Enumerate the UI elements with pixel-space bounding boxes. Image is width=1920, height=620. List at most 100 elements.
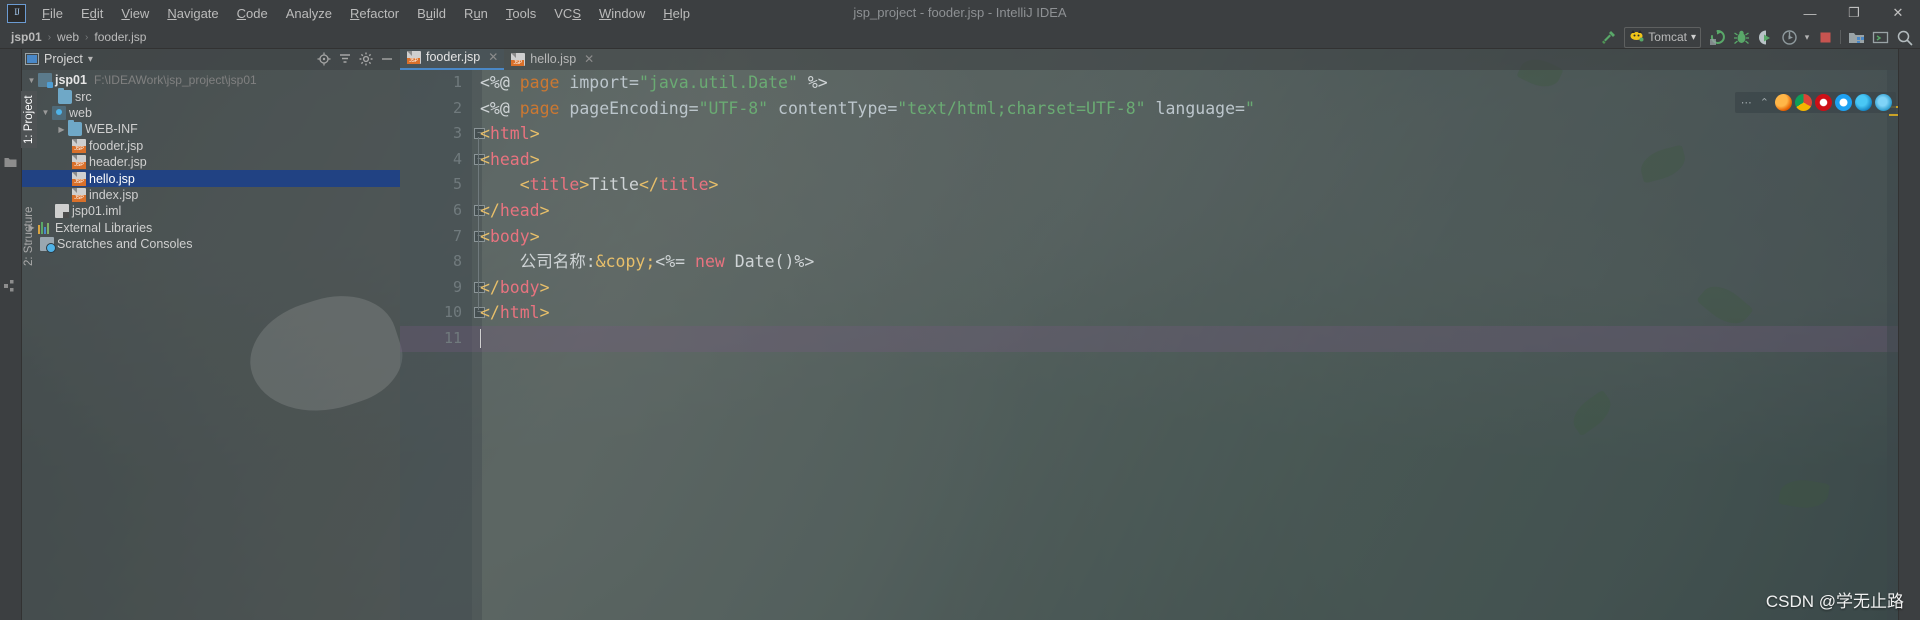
edge-icon[interactable] <box>1855 94 1872 111</box>
toolbar-separator <box>1840 30 1841 44</box>
tree-item-web[interactable]: ▼ web <box>21 105 400 121</box>
code-token: "text/html;charset=UTF-8" <box>897 98 1146 118</box>
code-line-text: <%@ page import="java.util.Date" %> <box>480 70 828 96</box>
minimize-button[interactable]: — <box>1788 0 1832 26</box>
code-token: head <box>499 200 540 220</box>
editor-tab-label: fooder.jsp <box>426 50 481 64</box>
run-configuration-selector[interactable]: Tomcat ▾ <box>1624 26 1701 48</box>
debug-bug-icon[interactable] <box>1729 27 1753 47</box>
chevron-down-icon[interactable]: ▼ <box>25 74 38 87</box>
settings-gear-icon[interactable] <box>356 50 375 69</box>
run-with-coverage-icon[interactable] <box>1753 27 1777 47</box>
tree-item-hello-jsp[interactable]: JSP hello.jsp <box>21 170 400 187</box>
menu-build[interactable]: Build <box>408 3 455 24</box>
menu-code[interactable]: Code <box>228 3 277 24</box>
code-text[interactable]: 1 <%@ page import="java.util.Date" %> 2 <%@… <box>400 70 1899 620</box>
breadcrumb-fooder-jsp[interactable]: fooder.jsp <box>89 28 151 46</box>
folder-icon <box>68 120 82 137</box>
folder-icon[interactable] <box>4 156 17 169</box>
sidebar-tab-project[interactable]: 1: Project <box>21 91 37 148</box>
line-number: 10 <box>443 303 462 322</box>
close-icon[interactable]: ✕ <box>584 52 594 66</box>
code-token: Title <box>589 175 639 195</box>
project-tree: ▼ jsp01 F:\IDEAWork\jsp_project\jsp01 sr… <box>21 70 400 254</box>
jsp-file-icon: JSP <box>72 155 86 170</box>
markup-stripe <box>1889 114 1898 116</box>
code-line[interactable]: 9− </body> <box>400 275 1899 301</box>
structure-icon[interactable] <box>4 280 17 293</box>
tree-label: fooder.jsp <box>89 138 144 153</box>
breadcrumb-jsp01[interactable]: jsp01 <box>6 28 47 46</box>
tree-item-header-jsp[interactable]: JSP header.jsp <box>21 154 400 170</box>
tree-item-scratches-and-consoles[interactable]: Scratches and Consoles <box>21 236 400 254</box>
code-line[interactable]: 8 公司名称:&copy;<%= new Date()%> <box>400 249 1899 275</box>
tree-item-external-libraries[interactable]: ▶ External Libraries <box>21 220 400 236</box>
code-line-text: 公司名称:&copy;<%= new Date()%> <box>480 249 815 275</box>
rerun-icon[interactable] <box>1705 27 1729 47</box>
project-structure-icon[interactable] <box>1844 27 1868 47</box>
profile-dropdown-caret-icon[interactable]: ▾ <box>1801 27 1813 47</box>
tree-item-web-inf[interactable]: ▶ WEB-INF <box>21 120 400 137</box>
code-token: language= <box>1145 98 1245 118</box>
code-line-text: </head> <box>480 198 550 224</box>
menu-view[interactable]: View <box>112 3 158 24</box>
menu-edit[interactable]: Edit <box>72 3 112 24</box>
code-token: < <box>480 124 490 144</box>
code-line[interactable]: 6− </head> <box>400 198 1899 224</box>
code-line[interactable]: 3− <html> <box>400 121 1899 147</box>
menu-navigate[interactable]: Navigate <box>158 3 227 24</box>
locate-icon[interactable] <box>314 50 333 69</box>
menu-run[interactable]: Run <box>455 3 497 24</box>
chevron-right-icon[interactable]: ▶ <box>55 123 68 136</box>
tree-item-index-jsp[interactable]: JSP index.jsp <box>21 187 400 203</box>
tree-item-src[interactable]: src <box>21 87 400 104</box>
profile-icon[interactable] <box>1777 27 1801 47</box>
code-editor[interactable]: 1 <%@ page import="java.util.Date" %> 2 <%@… <box>400 70 1899 620</box>
chevron-down-icon[interactable]: ▼ <box>39 106 52 119</box>
code-line[interactable]: 5 <title>Title</title> <box>400 172 1899 198</box>
code-line-text: </body> <box>480 275 550 301</box>
terminal-icon[interactable] <box>1868 27 1892 47</box>
menu-window[interactable]: Window <box>590 3 654 24</box>
chevron-down-icon[interactable]: ▾ <box>1691 32 1696 43</box>
menu-vcs[interactable]: VCS <box>545 3 590 24</box>
ie-icon[interactable] <box>1875 94 1892 111</box>
menu-file[interactable]: File <box>33 3 72 24</box>
close-icon[interactable]: ✕ <box>488 50 498 64</box>
tree-label: hello.jsp <box>89 171 135 186</box>
maximize-button[interactable]: ❐ <box>1832 0 1876 26</box>
hide-panel-icon[interactable] <box>377 50 396 69</box>
stop-icon[interactable] <box>1813 27 1837 47</box>
project-view-icon <box>25 53 39 65</box>
code-line[interactable]: 10− </html> <box>400 300 1899 326</box>
code-token: </ <box>638 175 659 195</box>
opera-icon[interactable] <box>1815 94 1832 111</box>
hammer-build-icon[interactable] <box>1596 27 1620 47</box>
code-line[interactable]: 1 <%@ page import="java.util.Date" %> <box>400 70 1899 96</box>
tree-item-jsp01[interactable]: ▼ jsp01 F:\IDEAWork\jsp_project\jsp01 <box>21 72 400 89</box>
chevron-down-icon[interactable]: ▾ <box>88 54 93 65</box>
close-button[interactable]: ✕ <box>1876 0 1920 26</box>
code-token: body <box>499 277 540 297</box>
popup-caret-icon[interactable]: ⌃ <box>1758 96 1772 109</box>
tree-item-jsp01-iml[interactable]: jsp01.iml <box>21 203 400 219</box>
safari-icon[interactable] <box>1835 94 1852 111</box>
sidebar-tab-structure[interactable]: 2: Structure <box>21 203 37 270</box>
tree-item-fooder-jsp[interactable]: JSP fooder.jsp <box>21 138 400 154</box>
code-line[interactable]: 4− <head> <box>400 147 1899 173</box>
menu-tools[interactable]: Tools <box>497 3 545 24</box>
code-line[interactable]: 11 <box>400 325 1899 352</box>
menu-analyze[interactable]: Analyze <box>277 3 341 24</box>
search-everywhere-icon[interactable] <box>1892 27 1916 47</box>
firefox-icon[interactable] <box>1775 94 1792 111</box>
breadcrumb-web[interactable]: web <box>52 28 84 46</box>
code-line[interactable]: 2 <%@ page pageEncoding="UTF-8" contentTy… <box>400 96 1899 122</box>
menu-help[interactable]: Help <box>654 3 699 24</box>
code-token: > <box>539 303 550 323</box>
collapse-all-icon[interactable] <box>335 50 354 69</box>
editor-tab-fooder-jsp[interactable]: JSP fooder.jsp ✕ <box>400 46 505 70</box>
editor-tab-hello-jsp[interactable]: JSP hello.jsp ✕ <box>504 48 600 70</box>
chrome-icon[interactable] <box>1795 94 1812 111</box>
code-line[interactable]: 7− <body> <box>400 224 1899 250</box>
menu-refactor[interactable]: Refactor <box>341 3 408 24</box>
